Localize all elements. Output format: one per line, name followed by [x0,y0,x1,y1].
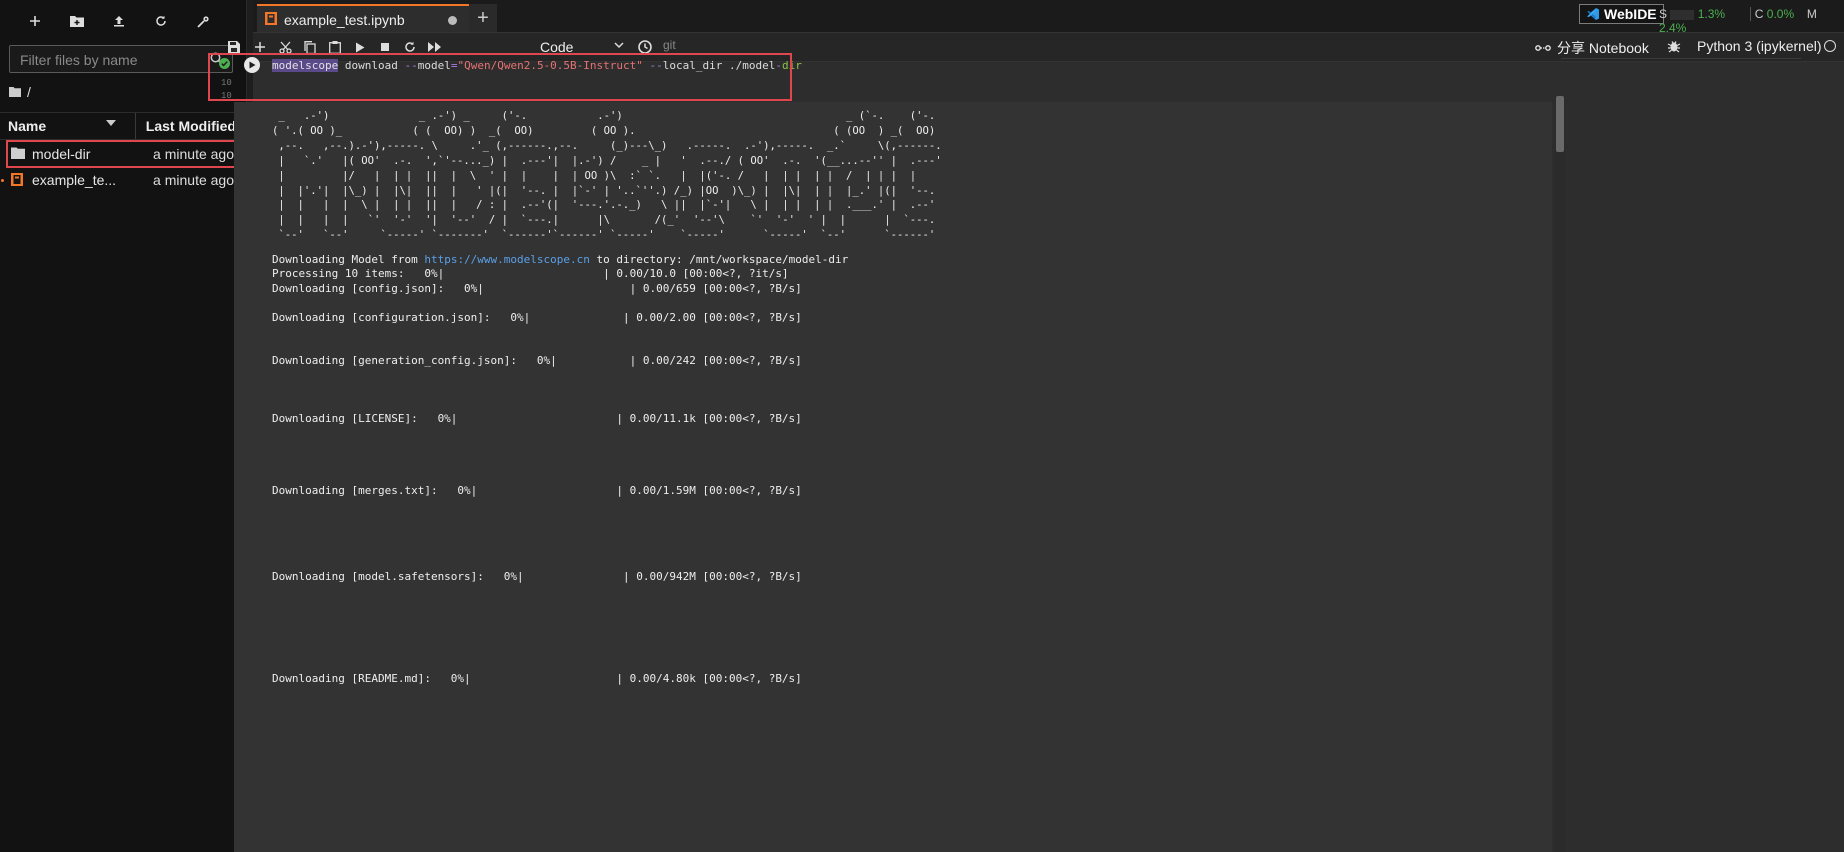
refresh-button[interactable] [140,6,182,36]
filter-files-input[interactable] [18,51,212,69]
plus-icon [30,16,40,26]
progress-line: Downloading [README.md]: 0%| | 0.00/4.80… [272,672,802,685]
cpu-value: 0.0% [1766,7,1795,21]
file-browser-sidebar: / Name Last Modified model-dir a minute … [0,0,247,852]
storage-value: 1.3% [1697,7,1726,21]
toolbar-overflow-strip [1561,40,1801,59]
filter-files-field[interactable] [9,45,233,73]
storage-bar [1670,9,1695,20]
scrollbar-thumb[interactable] [1556,96,1564,152]
play-icon [356,42,365,52]
chevron-down-icon [614,42,624,49]
cpu-label: C [1749,7,1764,21]
file-row-example-notebook[interactable]: example_te... a minute ago [0,166,246,194]
unsaved-dot-icon[interactable] [448,16,457,25]
new-launcher-button[interactable] [14,6,56,36]
progress-line: Downloading [LICENSE]: 0%| | 0.00/11.1k … [272,412,802,425]
webide-button[interactable]: WebIDE [1579,4,1664,24]
new-folder-icon [70,16,84,27]
storage-label: S [1659,7,1668,21]
upload-icon [114,16,124,27]
upload-button[interactable] [98,6,140,36]
memory-label: M [1806,7,1817,21]
highlight-box-model-dir [6,140,242,168]
column-divider[interactable] [135,113,136,139]
progress-line: Processing 10 items: 0%| | 0.00/10.0 [00… [272,267,789,280]
paste-icon [329,40,341,54]
copy-icon [304,40,316,54]
notebook-scrollbar[interactable] [1555,96,1565,852]
tab-title: example_test.ipynb [284,12,405,28]
progress-line: Downloading [configuration.json]: 0%| | … [272,311,802,324]
notebook-icon [265,12,277,25]
stop-icon [381,43,389,51]
share-icon [1535,45,1551,51]
cut-icon [278,41,292,54]
clock-icon [638,40,652,54]
progress-line: Downloading [merges.txt]: 0%| | 0.00/1.5… [272,484,802,497]
vscode-icon [1587,8,1599,20]
tab-bar: example_test.ipynb + WebIDE S 1.3% C 0.0… [253,0,1844,35]
kernel-status-icon [1824,40,1836,52]
running-indicator [1,179,4,182]
file-modified: a minute ago [153,172,234,188]
file-list-header: Name Last Modified [0,112,246,140]
progress-line: Downloading [model.safetensors]: 0%| | 0… [272,570,802,583]
modelscope-link[interactable]: https://www.modelscope.cn [424,253,590,266]
plus-icon [255,42,265,52]
folder-icon [9,87,21,97]
file-browser-toolbar [0,0,246,42]
refresh-icon [405,41,415,52]
refresh-icon [156,15,166,26]
git-button[interactable]: git [663,38,676,52]
save-icon [228,41,240,53]
tab-example-notebook[interactable]: example_test.ipynb [257,4,469,32]
progress-line: Downloading [config.json]: 0%| | 0.00/65… [272,282,802,295]
file-name: example_te... [32,172,117,188]
new-folder-button[interactable] [56,6,98,36]
new-tab-button[interactable]: + [469,4,497,32]
breadcrumb-root[interactable]: / [27,84,31,100]
download-info-line: Downloading Model from https://www.model… [272,253,848,266]
resource-stats: S 1.3% C 0.0% M 2.4% [1659,7,1844,35]
ascii-art-banner: _ .-') _ .-') _ ('-. .-') _ (`-. ('-. ( … [272,110,942,242]
download-prefix: Downloading Model from [272,253,425,266]
git-clone-button[interactable] [182,6,224,36]
git-clone-icon [196,15,209,28]
sort-caret-icon[interactable] [106,119,116,127]
notebook-icon [11,173,23,186]
webide-label: WebIDE [1604,6,1657,22]
fast-forward-icon [428,42,441,52]
highlight-box-code-cell [208,53,792,101]
breadcrumb[interactable]: / [9,84,31,100]
progress-line: Downloading [generation_config.json]: 0%… [272,354,802,367]
download-suffix: to directory: /mnt/workspace/model-dir [589,253,849,266]
column-modified-header[interactable]: Last Modified [146,118,236,134]
column-name-header[interactable]: Name [8,118,46,134]
